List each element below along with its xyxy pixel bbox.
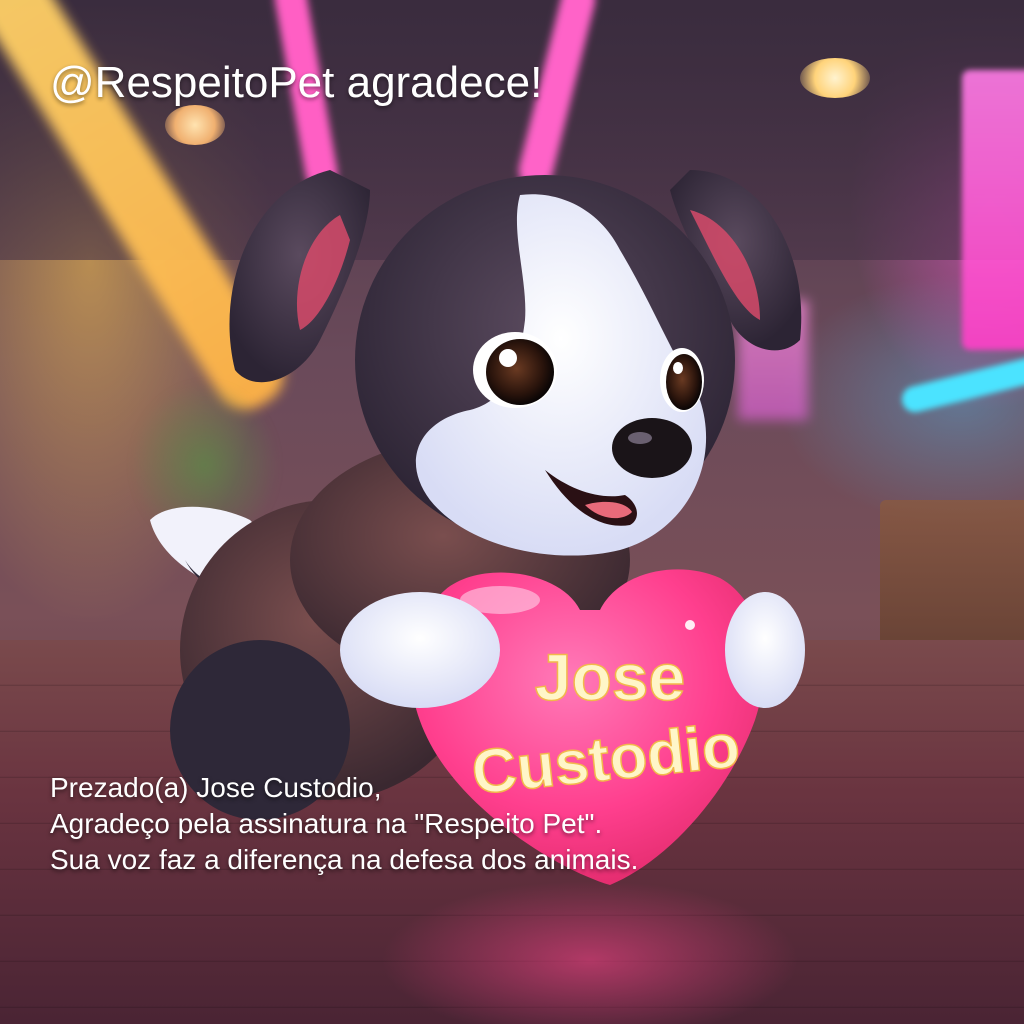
illustration-background: Jose Custodio @RespeitoPet agradece! Pre… [0,0,1024,1024]
heart-name-line1: Jose [535,640,685,714]
paw-right [725,592,805,708]
eye-left [486,339,554,405]
message-line: Agradeço pela assinatura na "Respeito Pe… [50,808,603,839]
ear-left [229,170,370,383]
page-title: @RespeitoPet agradece! [50,58,543,107]
nose [612,418,692,478]
thank-you-message: Prezado(a) Jose Custodio, Agradeço pela … [50,770,950,878]
message-line: Sua voz faz a diferença na defesa dos an… [50,844,639,875]
eye-right [666,354,702,410]
message-line: Prezado(a) Jose Custodio, [50,772,382,803]
paw-left [340,592,500,708]
